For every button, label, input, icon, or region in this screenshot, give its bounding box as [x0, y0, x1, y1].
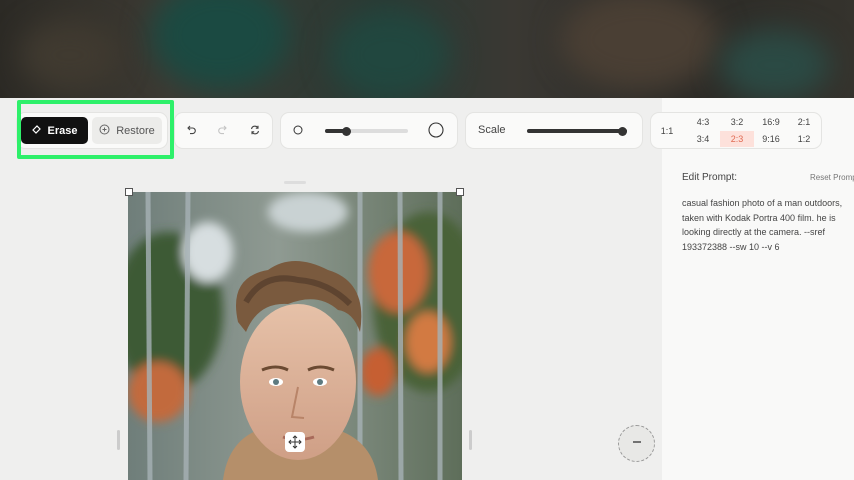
zoom-out-button[interactable]	[618, 425, 655, 462]
prompt-line: looking directly at the camera. --sref	[682, 227, 826, 237]
reset-prompt-link[interactable]: Reset Prompt	[810, 173, 854, 182]
scale-label: Scale	[478, 124, 506, 136]
focus-highlight	[17, 100, 174, 159]
canvas-left-grip[interactable]	[117, 430, 120, 450]
aspect-ratio-option[interactable]: 4:3	[686, 114, 720, 130]
aspect-ratio-option[interactable]: 2:3	[720, 131, 754, 147]
aspect-ratio-option[interactable]: 9:16	[754, 131, 788, 147]
prompt-line: taken with Kodak Portra 400 film. he is	[682, 212, 836, 223]
prompt-line: casual fashion photo of a man outdoors,	[682, 198, 843, 208]
prompt-heading: Edit Prompt:	[682, 172, 738, 183]
refresh-icon[interactable]	[246, 121, 264, 139]
crop-handle-top-right[interactable]	[456, 188, 464, 196]
aspect-ratio-option[interactable]: 1:1	[652, 114, 682, 147]
aspect-ratio-option[interactable]: 3:4	[686, 131, 720, 147]
aspect-ratio-option[interactable]: 16:9	[754, 114, 788, 130]
minus-icon	[631, 435, 643, 453]
brush-size-slider-knob[interactable]	[342, 126, 351, 136]
scale-slider-fill	[527, 129, 627, 133]
prompt-side-panel	[662, 98, 854, 480]
scale-slider[interactable]	[527, 126, 627, 136]
prompt-line: 193372388 --sw 10 --v 6	[682, 241, 780, 252]
prompt-textarea[interactable]: casual fashion photo of a man outdoors, …	[682, 196, 854, 256]
canvas-drag-bar[interactable]	[284, 181, 306, 184]
aspect-ratio-option[interactable]: 1:2	[788, 131, 820, 147]
aspect-ratio-option[interactable]: 3:2	[720, 114, 754, 130]
redo-icon[interactable]	[214, 121, 232, 139]
brush-size-slider[interactable]	[325, 126, 408, 136]
crop-handle-top-left[interactable]	[125, 188, 133, 196]
canvas-right-grip[interactable]	[469, 430, 472, 450]
brush-small-icon	[289, 121, 307, 139]
undo-icon[interactable]	[182, 121, 200, 139]
move-icon[interactable]	[285, 432, 305, 452]
brush-large-icon	[427, 121, 445, 139]
scale-slider-knob[interactable]	[618, 126, 627, 136]
background-image-blur	[0, 0, 854, 98]
aspect-ratio-option[interactable]: 2:1	[788, 114, 820, 130]
